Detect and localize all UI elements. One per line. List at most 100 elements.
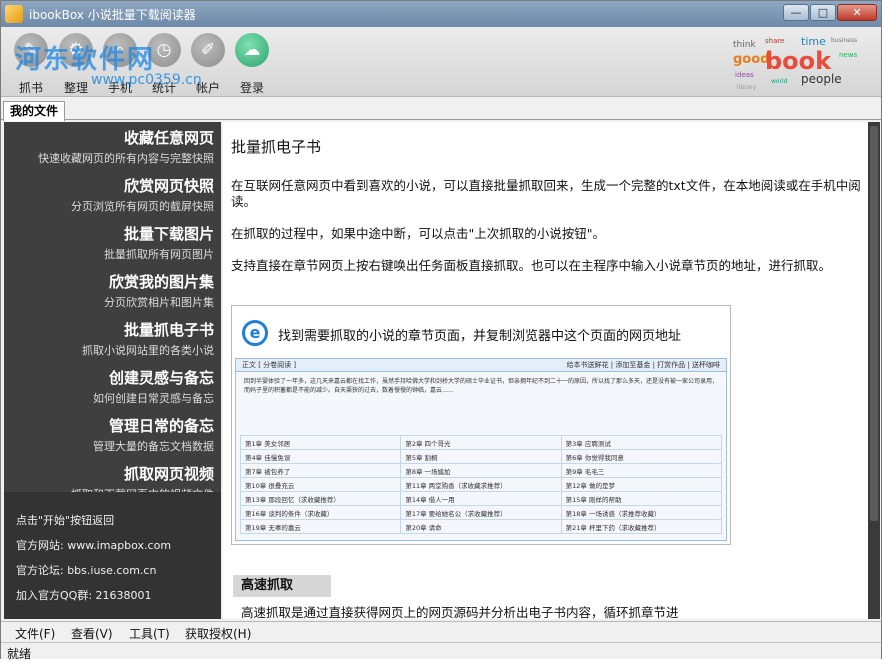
chapter-page-preview: 正文 [ 分卷阅读 ] 给本书送鲜花 | 添加至基金 | 打赏作品 | 送杯咖啡… xyxy=(235,358,727,541)
content-scrollbar[interactable] xyxy=(868,122,880,619)
sidebar-item-manage-notes[interactable]: 管理日常的备忘 管理大量的备忘文档数据 xyxy=(93,415,214,454)
sidebar-footer: 点击"开始"按钮返回 官方网站: www.imapbox.com 官方论坛: b… xyxy=(4,492,221,619)
content-paragraph: 在抓取的过程中，如果中途中断，可以点击"上次抓取的小说按钮"。 xyxy=(231,226,606,241)
status-bar: 就绪 xyxy=(1,642,881,661)
preview-header-right: 给本书送鲜花 | 添加至基金 | 打赏作品 | 送杯咖啡 xyxy=(566,361,720,369)
sidebar-item-desc: 如何创建日常灵感与备忘 xyxy=(93,392,214,405)
account-icon: ✐ xyxy=(191,33,225,67)
chapter-cell: 第19章 无辜的嘉云 xyxy=(239,519,402,534)
scrollbar-thumb[interactable] xyxy=(870,126,878,521)
svg-text:think: think xyxy=(733,40,756,50)
svg-text:ideas: ideas xyxy=(735,71,754,79)
tool-label: 抓书 xyxy=(18,81,43,95)
chapter-cell: 第13章 那段回忆（求收藏推荐） xyxy=(239,491,402,506)
close-button[interactable]: ✕ xyxy=(837,4,877,21)
sidebar-item-download-images[interactable]: 批量下载图片 批量抓取所有网页图片 xyxy=(104,223,214,262)
official-forum-link[interactable]: 官方论坛: bbs.iuse.com.cn xyxy=(16,562,156,578)
chapter-cell: 第14章 借人一用 xyxy=(400,491,562,506)
toolbar: ✎ 抓书 ⚙ 整理 ⌕ 手机 ◷ 统计 ✐ 帐户 ☁ 登录 think shar… xyxy=(1,27,881,97)
sidebar-item-bookmark-pages[interactable]: 收藏任意网页 快速收藏网页的所有内容与完整快照 xyxy=(38,127,214,166)
menu-bar: 文件(F) 查看(V) 工具(T) 获取授权(H) xyxy=(1,621,881,641)
official-site-link[interactable]: 官方网站: www.imapbox.com xyxy=(16,537,171,553)
sidebar-item-title: 创建灵感与备忘 xyxy=(108,369,214,387)
chapter-table: 第1章 美女邻居 第2章 四个哥光 第3章 应聘测试 第4章 佳慢免误 第5章 … xyxy=(239,435,723,534)
content-paragraph: 支持直接在章节网页上按右键唤出任务面板直接抓取。也可以在主程序中输入小说章节页的… xyxy=(231,258,832,273)
svg-text:share: share xyxy=(765,37,784,45)
svg-text:world: world xyxy=(771,78,788,85)
svg-text:book: book xyxy=(765,47,832,75)
sidebar-item-page-snapshots[interactable]: 欣赏网页快照 分页浏览所有网页的截屏快照 xyxy=(71,175,214,214)
chapter-cell: 第9章 毛毛三 xyxy=(560,463,723,478)
sidebar-item-desc: 抓取小说网站里的各类小说 xyxy=(82,344,214,357)
chapter-cell: 第20章 请命 xyxy=(400,519,562,534)
app-icon xyxy=(5,5,23,23)
table-row: 第7章 被包养了 第8章 一场尴尬 第9章 毛毛三 xyxy=(239,463,723,478)
chapter-cell: 第16章 谈判的条件（求收藏） xyxy=(239,505,402,520)
sidebar: 收藏任意网页 快速收藏网页的所有内容与完整快照 欣赏网页快照 分页浏览所有网页的… xyxy=(4,122,221,619)
sidebar-item-desc: 批量抓取所有网页图片 xyxy=(104,248,214,261)
chapter-cell: 第18章 一场诱惑（求推荐收藏） xyxy=(560,505,723,520)
sidebar-item-title: 收藏任意网页 xyxy=(123,129,214,147)
table-row: 第1章 美女邻居 第2章 四个哥光 第3章 应聘测试 xyxy=(239,435,723,450)
sidebar-item-title: 欣赏我的图片集 xyxy=(108,273,214,291)
chapter-cell: 第8章 一场尴尬 xyxy=(400,463,562,478)
chapter-cell: 第2章 四个哥光 xyxy=(400,435,562,450)
tab-my-files[interactable]: 我的文件 xyxy=(3,101,65,121)
menu-view[interactable]: 查看(V) xyxy=(71,625,113,642)
sidebar-item-title: 批量抓电子书 xyxy=(123,321,214,339)
tool-login[interactable]: ☁ 登录 xyxy=(230,33,274,95)
chapter-cell: 第11章 两堂购香（求收藏求推荐） xyxy=(400,477,562,492)
chapter-cell: 第1章 美女邻居 xyxy=(239,435,402,450)
sidebar-item-desc: 分页浏览所有网页的截屏快照 xyxy=(71,200,214,213)
sidebar-item-title: 欣赏网页快照 xyxy=(123,177,214,195)
title-bar[interactable]: ibookBox 小说批量下载阅读器 — □ ✕ xyxy=(1,1,881,27)
svg-text:business: business xyxy=(831,37,857,44)
section-heading: 高速抓取 xyxy=(233,575,331,597)
watermark-url: www.pc0359.cn xyxy=(91,72,202,88)
table-row: 第13章 那段回忆（求收藏推荐） 第14章 借人一用 第15章 刚样的帮助 xyxy=(239,491,723,506)
svg-text:good: good xyxy=(733,52,769,67)
back-hint: 点击"开始"按钮返回 xyxy=(16,514,115,527)
sidebar-item-title: 管理日常的备忘 xyxy=(108,417,214,435)
content-title: 批量抓电子书 xyxy=(231,138,322,156)
sidebar-item-desc: 快速收藏网页的所有内容与完整快照 xyxy=(38,152,214,165)
preview-header: 正文 [ 分卷阅读 ] 给本书送鲜花 | 添加至基金 | 打赏作品 | 送杯咖啡 xyxy=(236,359,726,372)
section-text: 高速抓取是通过直接获得网页上的网页源码并分析出电子书内容，循环抓章节进 xyxy=(241,605,679,619)
watermark: 河东软件网 xyxy=(15,45,156,75)
qq-group-text: 加入官方QQ群: 21638001 xyxy=(16,589,152,602)
table-row: 第4章 佳慢免误 第5章 割桐 第6章 你觉得我同意 xyxy=(239,449,723,464)
window-title: ibookBox 小说批量下载阅读器 xyxy=(29,8,196,22)
content-paragraph: 在互联网任意网页中看到喜欢的小说，可以直接批量抓取回来，生成一个完整的txt文件… xyxy=(231,178,861,209)
preview-intro: 回到半婴体验了一年多，这几天来嘉云都在找工作，虽然手持哈佛大学和剑桥大学的硕士毕… xyxy=(244,378,719,394)
chapter-cell: 第21章 杯里下药（求收藏推荐） xyxy=(560,519,723,534)
chapter-cell: 第10章 很叠充云 xyxy=(239,477,402,492)
ie-browser-icon: e xyxy=(242,320,268,346)
tool-label: 登录 xyxy=(239,81,264,95)
menu-tools[interactable]: 工具(T) xyxy=(129,625,170,642)
chapter-cell: 第6章 你觉得我同意 xyxy=(560,449,723,464)
svg-text:news: news xyxy=(839,51,857,59)
chapter-cell: 第4章 佳慢免误 xyxy=(239,449,402,464)
chapter-cell: 第12章 做的是梦 xyxy=(560,477,723,492)
table-row: 第19章 无辜的嘉云 第20章 请命 第21章 杯里下药（求收藏推荐） xyxy=(239,519,723,534)
chapter-cell: 第17章 要给她名公（求收藏推荐） xyxy=(400,505,562,520)
example-screenshot: e 找到需要抓取的小说的章节页面，并复制浏览器中这个页面的网页地址 正文 [ 分… xyxy=(231,305,731,545)
maximize-button[interactable]: □ xyxy=(810,4,836,21)
chapter-cell: 第3章 应聘测试 xyxy=(560,435,723,450)
minimize-button[interactable]: — xyxy=(783,4,809,21)
app-window: ibookBox 小说批量下载阅读器 — □ ✕ ✎ 抓书 ⚙ 整理 ⌕ 手机 … xyxy=(0,0,882,661)
status-text: 就绪 xyxy=(7,647,32,661)
menu-file[interactable]: 文件(F) xyxy=(15,625,55,642)
sidebar-item-image-gallery[interactable]: 欣赏我的图片集 分页欣赏相片和图片集 xyxy=(104,271,214,310)
table-row: 第16章 谈判的条件（求收藏） 第17章 要给她名公（求收藏推荐） 第18章 一… xyxy=(239,505,723,520)
menu-license[interactable]: 获取授权(H) xyxy=(185,625,251,642)
sidebar-item-title: 抓取网页视频 xyxy=(123,465,214,483)
sidebar-item-create-notes[interactable]: 创建灵感与备忘 如何创建日常灵感与备忘 xyxy=(93,367,214,406)
content-pane[interactable]: 批量抓电子书 在互联网任意网页中看到喜欢的小说，可以直接批量抓取回来，生成一个完… xyxy=(223,122,868,619)
sidebar-item-grab-ebooks[interactable]: 批量抓电子书 抓取小说网站里的各类小说 xyxy=(82,319,214,358)
sidebar-item-desc: 管理大量的备忘文档数据 xyxy=(93,440,214,453)
book-word-cloud-logo: think share time business good book news… xyxy=(733,35,857,91)
svg-text:library: library xyxy=(737,84,757,91)
chapter-cell: 第15章 刚样的帮助 xyxy=(560,491,723,506)
chapter-cell: 第7章 被包养了 xyxy=(239,463,402,478)
